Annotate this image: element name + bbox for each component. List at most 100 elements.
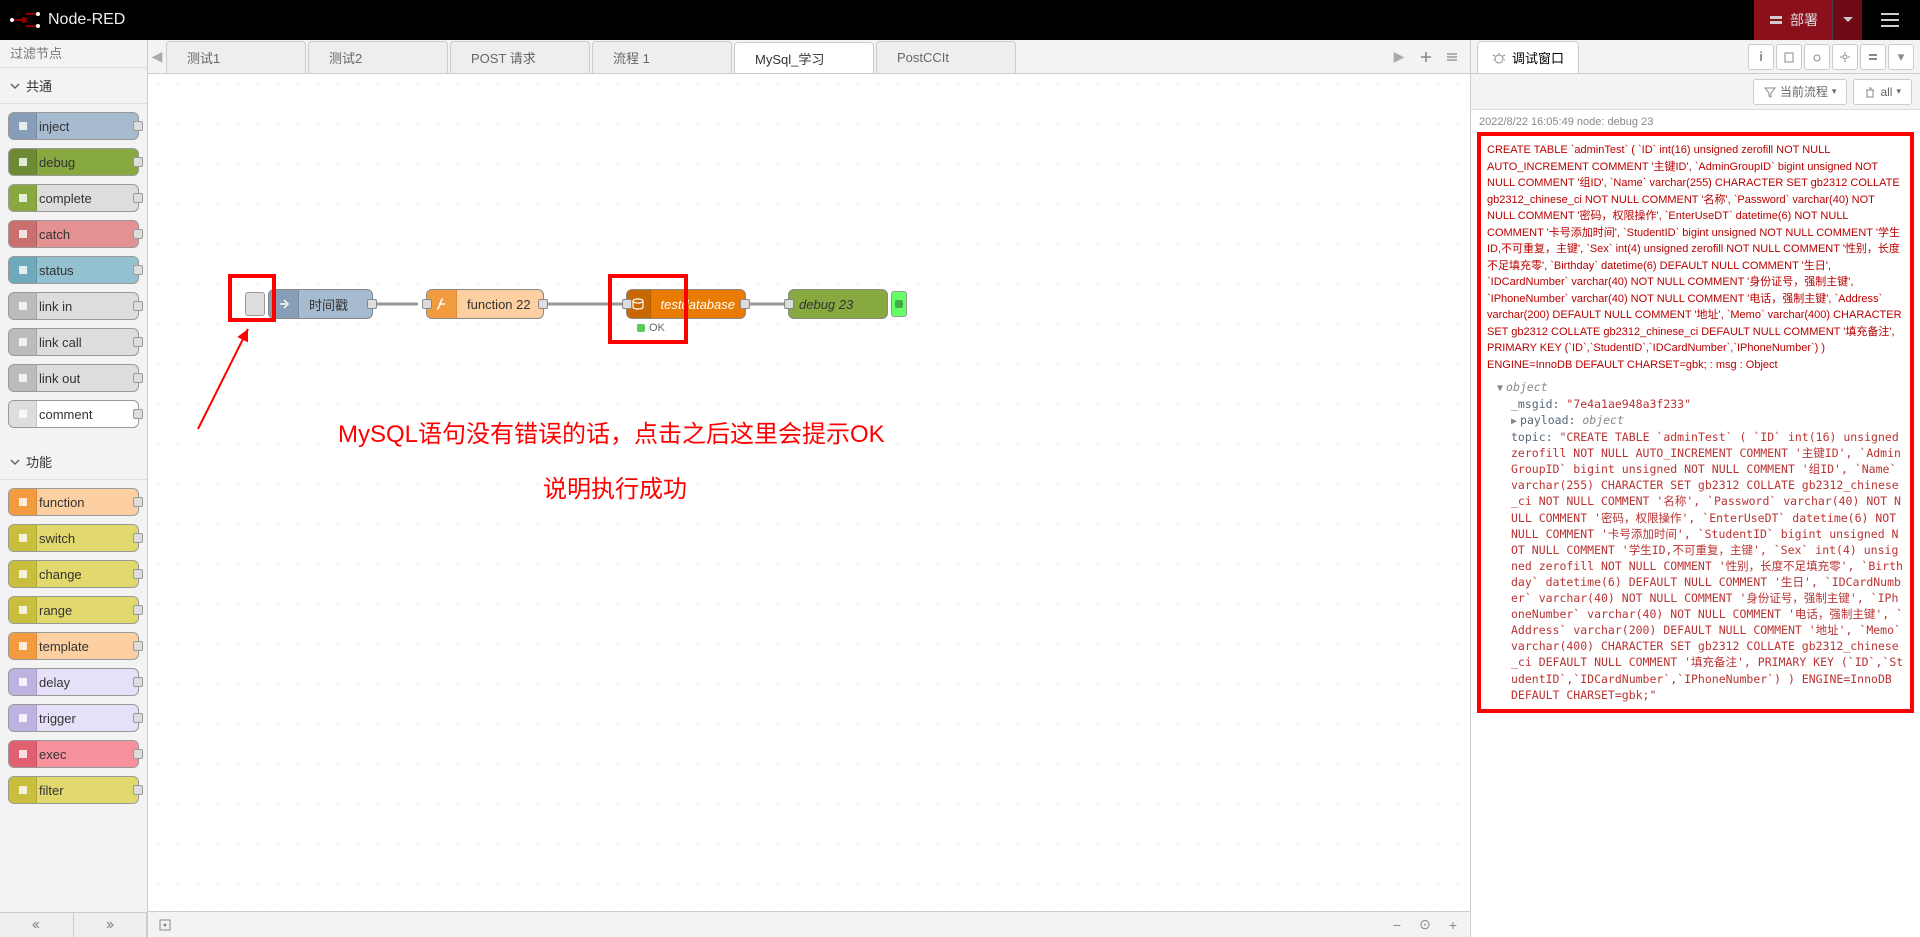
palette-node-link-out[interactable]: link out (8, 364, 139, 392)
debug-object[interactable]: ▼object _msgid: "7e4a1ae948a3f233" ▶payl… (1487, 379, 1904, 703)
palette-node-debug[interactable]: debug (8, 148, 139, 176)
flow-tab[interactable]: 流程 1 (592, 41, 732, 73)
topic-key: topic: (1511, 430, 1553, 444)
filter-label: 当前流程 (1780, 83, 1828, 100)
palette-node-switch[interactable]: switch (8, 524, 139, 552)
main-menu-button[interactable] (1870, 0, 1910, 40)
flow-tab[interactable]: POST 请求 (450, 41, 590, 73)
delay-icon (9, 669, 37, 695)
help-tab-button[interactable] (1776, 44, 1802, 70)
palette-category-function[interactable]: 功能 (0, 444, 147, 480)
caret-down-icon (1843, 17, 1853, 23)
zoom-out-button[interactable]: − (1386, 915, 1408, 935)
annotation-text-line1: MySQL语句没有错误的话，点击之后这里会提示OK (338, 414, 885, 449)
navigator-button[interactable] (154, 915, 176, 935)
debug-node[interactable]: debug 23 (788, 289, 888, 319)
context-tab-button[interactable] (1860, 44, 1886, 70)
palette-search-input[interactable] (10, 46, 148, 61)
palette-node-catch[interactable]: catch (8, 220, 139, 248)
palette-node-range[interactable]: range (8, 596, 139, 624)
annotation-box-status (608, 274, 688, 344)
output-port[interactable] (538, 299, 548, 309)
tab-list-button[interactable] (1440, 45, 1464, 69)
palette-node-link-in[interactable]: link in (8, 292, 139, 320)
debug-clear-button[interactable]: all ▾ (1853, 79, 1912, 105)
flow-tab[interactable]: 测试2 (308, 41, 448, 73)
gear-icon (1839, 51, 1851, 63)
palette-sidebar: 共通 inject debug complete catch status link in… (0, 40, 148, 937)
palette-node-complete[interactable]: complete (8, 184, 139, 212)
caret-down-icon[interactable]: ▼ (1497, 382, 1503, 396)
add-tab-button[interactable] (1414, 45, 1438, 69)
output-port (133, 785, 143, 795)
output-port[interactable] (740, 299, 750, 309)
palette-node-exec[interactable]: exec (8, 740, 139, 768)
zoom-in-button[interactable]: + (1442, 915, 1464, 935)
payload-type: object (1582, 413, 1624, 427)
debug-messages[interactable]: 2022/8/22 16:05:49 node: debug 23 CREATE… (1471, 110, 1920, 937)
function-node[interactable]: function 22 (426, 289, 544, 319)
filter-icon (1764, 86, 1776, 98)
msgid-value: "7e4a1ae948a3f233" (1566, 397, 1691, 411)
palette-node-template[interactable]: template (8, 632, 139, 660)
filter-icon (9, 777, 37, 803)
debug-tab-button[interactable] (1804, 44, 1830, 70)
palette-node-inject[interactable]: inject (8, 112, 139, 140)
deploy-button[interactable]: 部署 (1754, 0, 1832, 40)
palette-node-link-call[interactable]: link call (8, 328, 139, 356)
palette-node-label: link out (39, 371, 80, 386)
palette-expand-button[interactable] (0, 913, 74, 937)
deploy-dropdown-button[interactable] (1832, 0, 1862, 40)
output-port (133, 605, 143, 615)
link call-icon (9, 329, 37, 355)
debug-toggle-button[interactable] (891, 291, 907, 317)
app-logo: Node-RED (10, 11, 125, 29)
palette-node-filter[interactable]: filter (8, 776, 139, 804)
category-label: 功能 (26, 452, 52, 471)
palette-category-common[interactable]: 共通 (0, 68, 147, 104)
palette-node-delay[interactable]: delay (8, 668, 139, 696)
collapse-icon (31, 920, 41, 930)
output-port[interactable] (367, 299, 377, 309)
output-port (133, 157, 143, 167)
palette-node-status[interactable]: status (8, 256, 139, 284)
palette-node-label: function (39, 495, 85, 510)
app-header: Node-RED 部署 (0, 0, 1920, 40)
palette-node-label: change (39, 567, 82, 582)
palette-node-comment[interactable]: comment (8, 400, 139, 428)
bug-icon (1492, 51, 1506, 65)
link out-icon (9, 365, 37, 391)
palette-node-function[interactable]: function (8, 488, 139, 516)
comment-icon (9, 401, 37, 427)
flow-tab[interactable]: 测试1 (166, 41, 306, 73)
debug-filter-button[interactable]: 当前流程 ▾ (1753, 79, 1848, 105)
input-port[interactable] (422, 299, 432, 309)
inject-node[interactable]: 时间戳 (268, 289, 373, 319)
info-tab-button[interactable]: i (1748, 44, 1774, 70)
input-port[interactable] (784, 299, 794, 309)
tab-scroll-left[interactable]: ◀ (148, 39, 166, 73)
output-port (133, 677, 143, 687)
sidebar-dropdown[interactable]: ▾ (1888, 44, 1914, 70)
config-tab-button[interactable] (1832, 44, 1858, 70)
palette-node-trigger[interactable]: trigger (8, 704, 139, 732)
output-port (133, 713, 143, 723)
flow-tab[interactable]: MySql_学习 (734, 42, 874, 73)
caret-right-icon[interactable]: ▶ (1511, 415, 1517, 429)
output-port (133, 121, 143, 131)
canvas[interactable]: 时间戳 function 22 testdatabase (148, 74, 1470, 911)
output-port (133, 229, 143, 239)
output-port (133, 265, 143, 275)
debug-toolbar: 当前流程 ▾ all ▾ (1471, 74, 1920, 110)
flow-tab[interactable]: PostCCIt (876, 41, 1016, 73)
output-port (133, 409, 143, 419)
output-port (133, 301, 143, 311)
palette-collapse-button[interactable] (74, 913, 148, 937)
palette-node-change[interactable]: change (8, 560, 139, 588)
zoom-reset-button[interactable]: ⊙ (1414, 915, 1436, 935)
annotation-arrow (188, 319, 288, 439)
palette-node-label: trigger (39, 711, 76, 726)
tab-scroll-right[interactable]: ▶ (1390, 39, 1408, 73)
sidebar-tab-debug[interactable]: 调试窗口 (1477, 41, 1579, 73)
palette-node-label: exec (39, 747, 66, 762)
